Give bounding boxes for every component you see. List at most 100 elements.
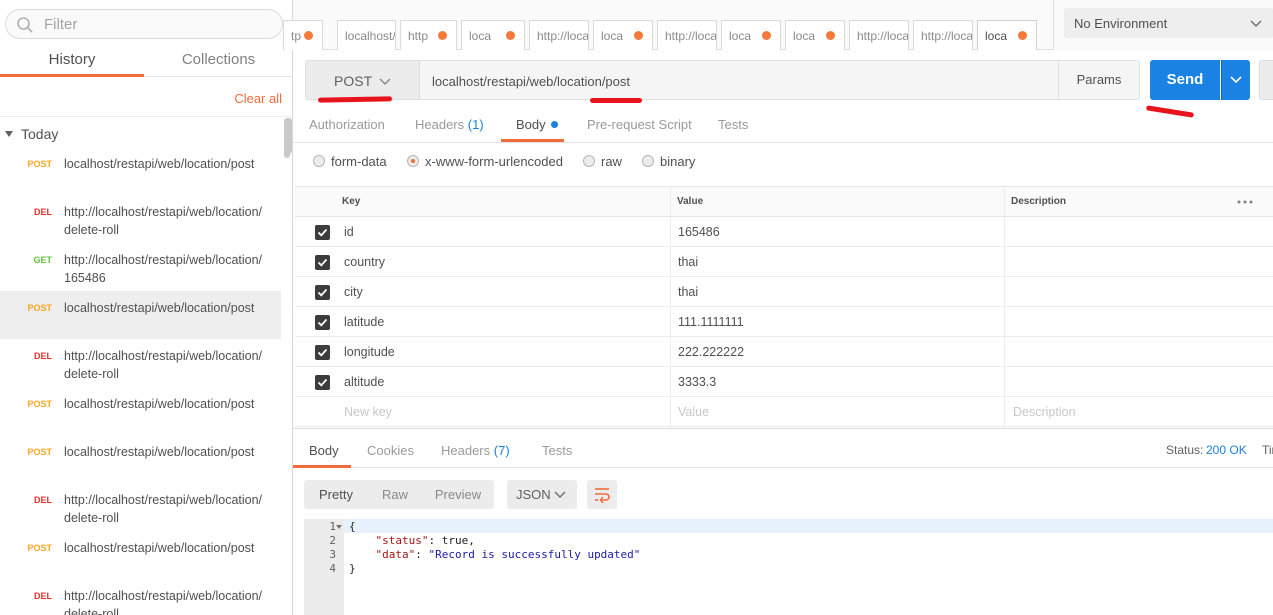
history-item[interactable]: DEL http://localhost/restapi/web/location… <box>0 339 281 387</box>
table-body: id 165486 country thai city thai latitude 111.1… <box>295 217 1273 397</box>
radio-form-data[interactable]: form-data <box>313 154 387 169</box>
request-tab[interactable]: tp <box>283 20 323 50</box>
row-value[interactable]: thai <box>678 285 698 299</box>
row-value[interactable]: 111.1111111 <box>678 315 744 329</box>
unsaved-dot-icon <box>762 31 771 40</box>
tab-body[interactable]: Body <box>516 117 558 132</box>
request-tab[interactable]: loca <box>461 20 525 50</box>
tab-authorization[interactable]: Authorization <box>309 117 385 132</box>
history-group-label: Today <box>21 126 59 142</box>
new-key-input[interactable]: New key <box>344 405 392 419</box>
wrap-lines-button[interactable] <box>587 480 617 509</box>
history-item[interactable]: POST localhost/restapi/web/location/post <box>0 147 281 195</box>
response-tab-cookies[interactable]: Cookies <box>367 443 414 458</box>
sidebar-tabs: History Collections <box>0 45 292 77</box>
clear-all-link[interactable]: Clear all <box>234 91 282 106</box>
request-tab[interactable]: http://loca <box>913 20 973 50</box>
row-key[interactable]: id <box>344 225 354 239</box>
method-select[interactable]: POST <box>305 60 420 100</box>
request-tab[interactable]: localhost/ <box>337 20 396 50</box>
table-row: longitude 222.222222 <box>295 337 1273 367</box>
response-format-select[interactable]: JSON <box>507 480 577 509</box>
tab-collections[interactable]: Collections <box>144 45 292 77</box>
history-group-today[interactable]: Today <box>5 126 58 142</box>
request-tab-label: loca <box>985 29 1008 43</box>
annotation-mark-url <box>590 98 642 103</box>
row-enabled-checkbox[interactable] <box>315 315 330 330</box>
row-key[interactable]: country <box>344 255 385 269</box>
response-code-viewer[interactable]: 1234 { "status": true, "data": "Record i… <box>304 519 1273 615</box>
response-tab-headers[interactable]: Headers (7) <box>441 443 510 458</box>
params-button[interactable]: Params <box>1058 60 1140 100</box>
radio-raw[interactable]: raw <box>583 154 622 169</box>
history-url: http://localhost/restapi/web/location/de… <box>64 349 263 381</box>
main-scrollbar[interactable] <box>286 118 292 154</box>
response-tab-headers-count: (7) <box>493 443 510 458</box>
history-item[interactable]: POST localhost/restapi/web/location/post <box>0 387 281 435</box>
request-tab[interactable]: http://loca <box>849 20 909 50</box>
radio-urlencoded[interactable]: x-www-form-urlencoded <box>407 154 563 169</box>
history-list: POST localhost/restapi/web/location/post D… <box>0 147 281 615</box>
history-item[interactable]: DEL http://localhost/restapi/web/location… <box>0 483 281 531</box>
request-tab[interactable]: http://loca <box>657 20 717 50</box>
more-options-icon[interactable] <box>1236 195 1254 209</box>
request-tab[interactable]: loca <box>977 20 1037 50</box>
environment-select[interactable]: No Environment <box>1064 8 1273 38</box>
request-tab-label: http://loca <box>665 29 717 43</box>
filter-box[interactable] <box>5 9 283 39</box>
response-tab-tests[interactable]: Tests <box>542 443 572 458</box>
tab-headers[interactable]: Headers (1) <box>415 117 484 132</box>
history-item[interactable]: DEL http://localhost/restapi/web/location… <box>0 579 281 615</box>
view-pretty[interactable]: Pretty <box>304 480 368 509</box>
json-key: "data" <box>375 548 416 561</box>
url-input[interactable] <box>432 72 1032 90</box>
tab-prerequest-script[interactable]: Pre-request Script <box>587 117 692 132</box>
request-tab[interactable]: loca <box>593 20 653 50</box>
row-key[interactable]: latitude <box>344 315 384 329</box>
history-item[interactable]: POST localhost/restapi/web/location/post <box>0 435 281 483</box>
history-item[interactable]: POST localhost/restapi/web/location/post <box>0 291 281 339</box>
row-value[interactable]: 3333.3 <box>678 375 716 389</box>
request-subtabs: Authorization Headers (1) Body Pre-reque… <box>293 110 1273 143</box>
row-key[interactable]: longitude <box>344 345 395 359</box>
tab-tests[interactable]: Tests <box>718 117 748 132</box>
new-value-input[interactable]: Value <box>678 405 709 419</box>
new-description-input[interactable]: Description <box>1013 405 1076 419</box>
row-key[interactable]: city <box>344 285 363 299</box>
radio-binary[interactable]: binary <box>642 154 695 169</box>
response-separator[interactable] <box>293 428 1273 429</box>
column-divider <box>670 367 671 396</box>
save-button[interactable] <box>1259 60 1273 100</box>
view-preview[interactable]: Preview <box>422 480 494 509</box>
row-value[interactable]: 165486 <box>678 225 720 239</box>
request-tab[interactable]: http://loca <box>529 20 589 50</box>
response-view-modes: Pretty Raw Preview <box>304 480 494 509</box>
history-item[interactable]: DEL http://localhost/restapi/web/location… <box>0 195 281 243</box>
request-tab[interactable]: loca <box>721 20 781 50</box>
send-options-button[interactable] <box>1221 60 1250 100</box>
request-tab[interactable]: loca <box>785 20 845 50</box>
environment-area: No Environment <box>1053 0 1273 50</box>
row-key[interactable]: altitude <box>344 375 384 389</box>
row-enabled-checkbox[interactable] <box>315 345 330 360</box>
filter-input[interactable] <box>44 14 274 34</box>
tab-history[interactable]: History <box>0 45 144 77</box>
request-tab[interactable]: http <box>400 20 457 50</box>
row-enabled-checkbox[interactable] <box>315 255 330 270</box>
send-button[interactable]: Send <box>1150 60 1220 100</box>
row-value[interactable]: thai <box>678 255 698 269</box>
row-enabled-checkbox[interactable] <box>315 225 330 240</box>
row-value[interactable]: 222.222222 <box>678 345 744 359</box>
request-tab-label: loca <box>729 29 752 43</box>
table-row: altitude 3333.3 <box>295 367 1273 397</box>
column-divider <box>1004 247 1005 276</box>
history-method-badge: GET <box>33 255 52 265</box>
row-enabled-checkbox[interactable] <box>315 285 330 300</box>
view-raw[interactable]: Raw <box>368 480 422 509</box>
history-item[interactable]: GET http://localhost/restapi/web/location… <box>0 243 281 291</box>
response-tab-body[interactable]: Body <box>309 443 339 458</box>
history-item[interactable]: POST localhost/restapi/web/location/post <box>0 531 281 579</box>
row-enabled-checkbox[interactable] <box>315 375 330 390</box>
fold-arrow-icon[interactable] <box>336 525 342 529</box>
body-params-table: Key Value Description id 165486 country tha… <box>295 186 1273 427</box>
